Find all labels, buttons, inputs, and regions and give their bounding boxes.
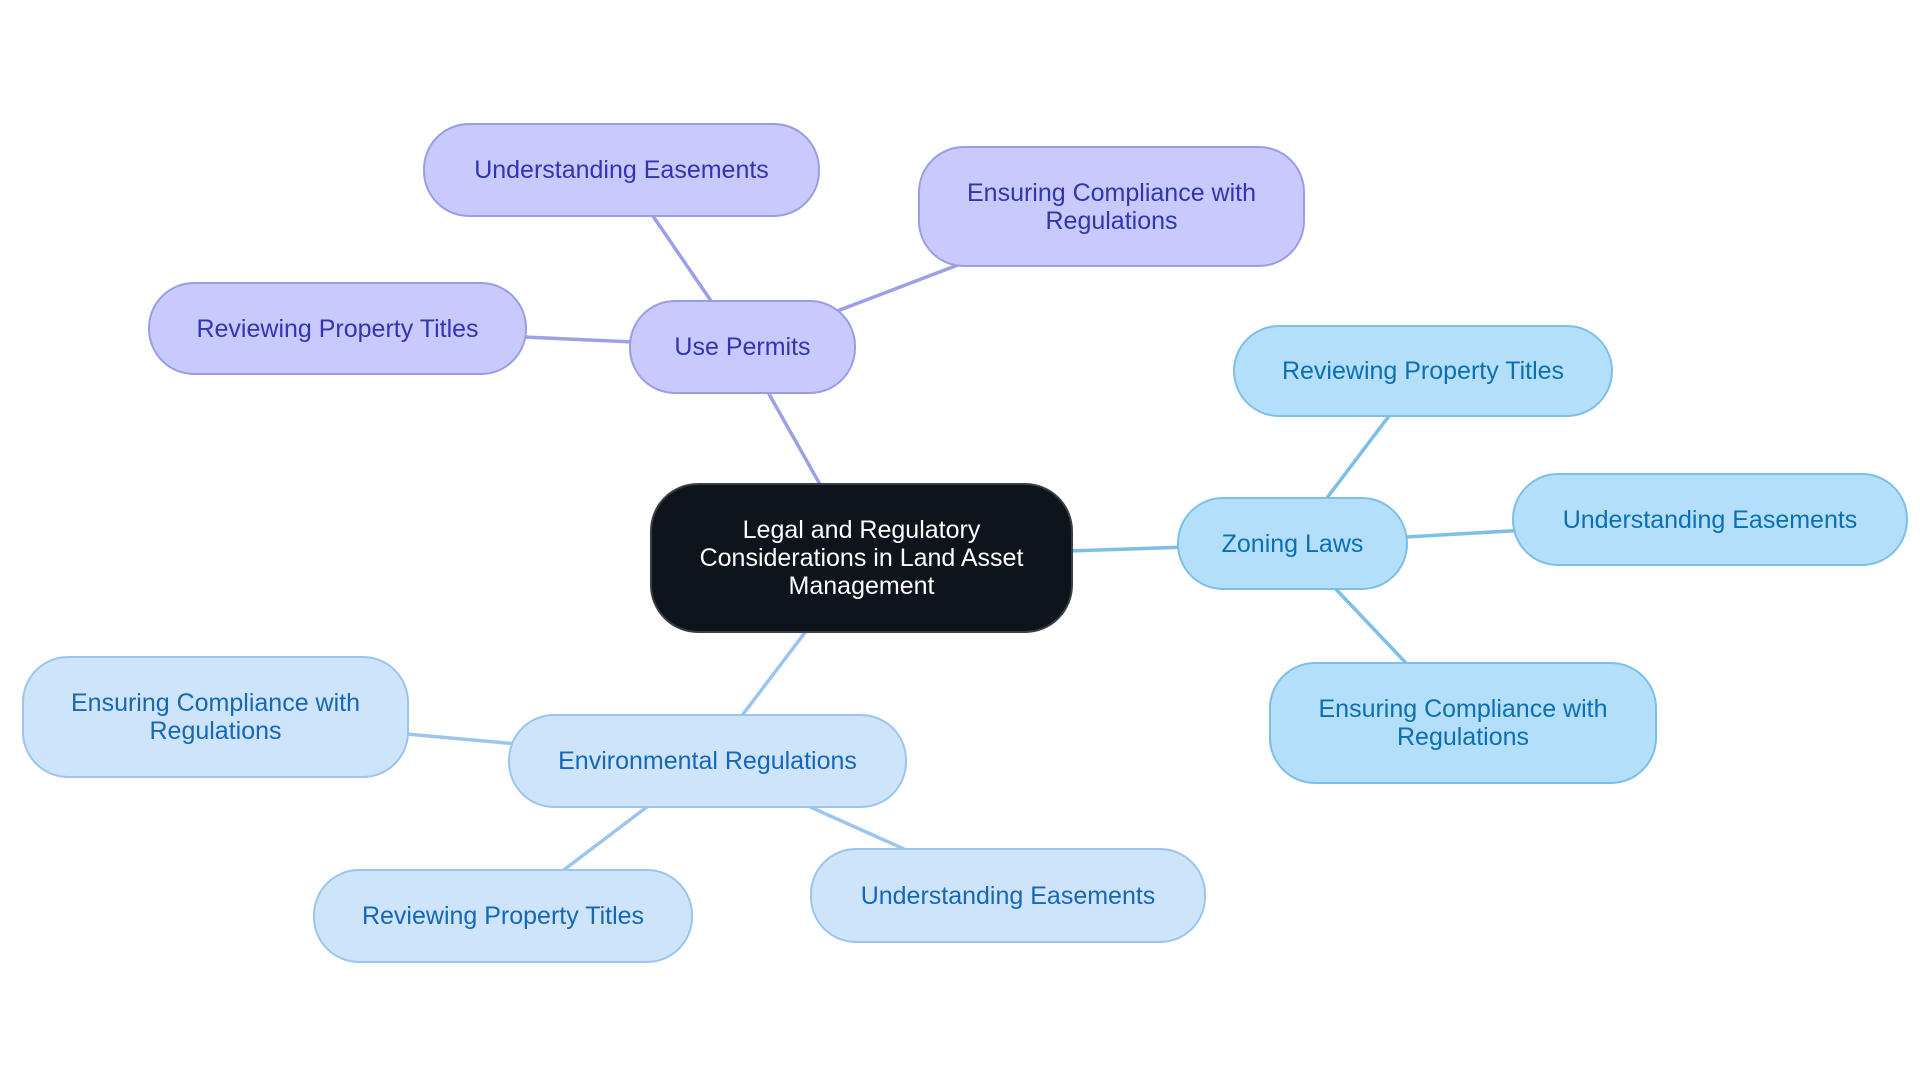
branch-node-use-permits[interactable]: Use Permits <box>629 300 856 394</box>
root-node[interactable]: Legal and Regulatory Considerations in L… <box>650 483 1073 633</box>
branch-node-zoning-laws[interactable]: Zoning Laws <box>1177 497 1408 590</box>
leaf-node-understanding-easements[interactable]: Understanding Easements <box>1512 473 1908 566</box>
branch-label: Zoning Laws <box>1221 529 1364 558</box>
branch-label: Environmental Regulations <box>558 747 857 775</box>
leaf-node-reviewing-property-titles[interactable]: Reviewing Property Titles <box>313 869 693 963</box>
leaf-label: Reviewing Property Titles <box>196 314 479 343</box>
leaf-node-reviewing-property-titles[interactable]: Reviewing Property Titles <box>148 282 527 375</box>
leaf-label: Ensuring Compliance with Regulations <box>70 689 361 745</box>
leaf-node-ensuring-compliance[interactable]: Ensuring Compliance with Regulations <box>918 146 1305 267</box>
leaf-label: Ensuring Compliance with Regulations <box>1318 695 1608 751</box>
leaf-node-understanding-easements[interactable]: Understanding Easements <box>810 848 1206 943</box>
leaf-label: Ensuring Compliance with Regulations <box>966 178 1257 235</box>
leaf-label: Reviewing Property Titles <box>1281 357 1565 385</box>
leaf-label: Understanding Easements <box>474 156 769 184</box>
leaf-node-understanding-easements[interactable]: Understanding Easements <box>423 123 820 217</box>
leaf-node-ensuring-compliance[interactable]: Ensuring Compliance with Regulations <box>1269 662 1657 784</box>
branch-node-environmental-regulations[interactable]: Environmental Regulations <box>508 714 907 808</box>
leaf-node-reviewing-property-titles[interactable]: Reviewing Property Titles <box>1233 325 1613 417</box>
leaf-label: Understanding Easements <box>1562 505 1858 534</box>
root-node-label: Legal and Regulatory Considerations in L… <box>699 516 1024 600</box>
leaf-node-ensuring-compliance[interactable]: Ensuring Compliance with Regulations <box>22 656 409 778</box>
branch-label: Use Permits <box>674 333 811 361</box>
leaf-label: Understanding Easements <box>860 881 1156 910</box>
leaf-label: Reviewing Property Titles <box>361 902 645 930</box>
